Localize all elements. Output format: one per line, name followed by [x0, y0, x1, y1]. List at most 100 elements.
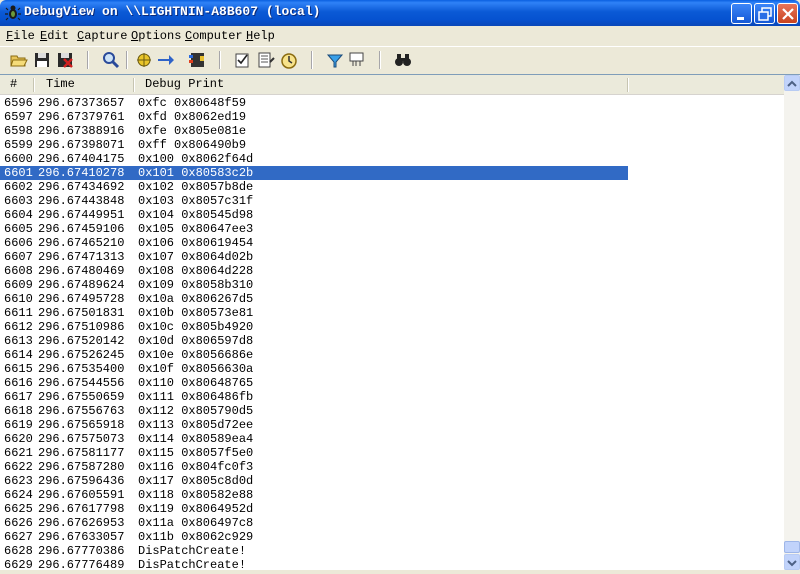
table-row[interactable]: 6623 296.67596436 0x117 0x805c8d0d — [0, 474, 784, 488]
table-row[interactable]: 6597 296.67379761 0xfd 0x8062ed19 — [0, 110, 784, 124]
autoscroll-icon[interactable] — [156, 50, 176, 70]
table-row[interactable]: 6607 296.67471313 0x107 0x8064d02b — [0, 250, 784, 264]
table-row[interactable]: 6627 296.67633057 0x11b 0x8062c929 — [0, 530, 784, 544]
table-row[interactable]: 6616 296.67544556 0x110 0x80648765 — [0, 376, 784, 390]
column-divider[interactable] — [627, 78, 629, 92]
close-button[interactable] — [777, 3, 798, 24]
row-time: 296.67501831 — [38, 306, 125, 320]
capture-kernel-icon[interactable] — [187, 50, 207, 70]
row-message: 0x109 0x8058b310 — [138, 278, 254, 292]
table-row-selected[interactable]: 6601 296.67410278 0x101 0x80583c2b — [0, 166, 784, 180]
row-time: 296.67520142 — [38, 334, 125, 348]
row-time: 296.67459106 — [38, 222, 125, 236]
menu-file[interactable]: File — [6, 29, 35, 43]
table-row[interactable]: 6622 296.67587280 0x116 0x804fc0f3 — [0, 460, 784, 474]
close-icon — [782, 8, 794, 20]
clear-icon[interactable] — [55, 50, 75, 70]
row-time: 296.67550659 — [38, 390, 125, 404]
table-row[interactable]: 6618 296.67556763 0x112 0x805790d5 — [0, 404, 784, 418]
scroll-thumb[interactable] — [784, 541, 800, 553]
table-row[interactable]: 6596 296.67373657 0xfc 0x80648f59 — [0, 96, 784, 110]
row-message: 0x10b 0x80573e81 — [138, 306, 254, 320]
history-depth-icon[interactable] — [279, 50, 299, 70]
row-message: 0x10a 0x806267d5 — [138, 292, 254, 306]
row-message: 0x114 0x80589ea4 — [138, 432, 254, 446]
restore-button[interactable] — [754, 3, 775, 24]
column-divider[interactable] — [33, 78, 35, 92]
highlight-icon[interactable] — [233, 50, 253, 70]
row-number: 6627 — [4, 530, 33, 544]
table-row[interactable]: 6609 296.67489624 0x109 0x8058b310 — [0, 278, 784, 292]
title-bar[interactable]: DebugView on \\LIGHTNIN-A8B607 (local) — [0, 0, 800, 26]
minimize-button[interactable] — [731, 3, 752, 24]
table-row[interactable]: 6614 296.67526245 0x10e 0x8056686e — [0, 348, 784, 362]
row-message: 0x11a 0x806497c8 — [138, 516, 254, 530]
table-row[interactable]: 6625 296.67617798 0x119 0x8064952d — [0, 502, 784, 516]
table-row[interactable]: 6619 296.67565918 0x113 0x805d72ee — [0, 418, 784, 432]
table-row[interactable]: 6605 296.67459106 0x105 0x80647ee3 — [0, 222, 784, 236]
row-time: 296.67471313 — [38, 250, 125, 264]
table-row[interactable]: 6611 296.67501831 0x10b 0x80573e81 — [0, 306, 784, 320]
vertical-scrollbar[interactable] — [784, 75, 800, 570]
column-divider[interactable] — [133, 78, 135, 92]
row-time: 296.67596436 — [38, 474, 125, 488]
filter-icon[interactable] — [256, 50, 276, 70]
row-time: 296.67489624 — [38, 278, 125, 292]
table-row[interactable]: 6613 296.67520142 0x10d 0x806597d8 — [0, 334, 784, 348]
table-row[interactable]: 6600 296.67404175 0x100 0x8062f64d — [0, 152, 784, 166]
table-row[interactable]: 6621 296.67581177 0x115 0x8057f5e0 — [0, 446, 784, 460]
debug-output-list[interactable]: # Time Debug Print 6596 296.67373657 0xfc … — [0, 74, 800, 571]
table-row[interactable]: 6626 296.67626953 0x11a 0x806497c8 — [0, 516, 784, 530]
table-row[interactable]: 6603 296.67443848 0x103 0x8057c31f — [0, 194, 784, 208]
table-row[interactable]: 6624 296.67605591 0x118 0x80582e88 — [0, 488, 784, 502]
capture-win32-icon[interactable] — [347, 50, 367, 70]
table-row[interactable]: 6599 296.67398071 0xff 0x806490b9 — [0, 138, 784, 152]
scroll-down-button[interactable] — [784, 554, 800, 570]
row-message: 0x115 0x8057f5e0 — [138, 446, 254, 460]
column-header-debug-print[interactable]: Debug Print — [145, 75, 224, 94]
row-time: 296.67605591 — [38, 488, 125, 502]
table-row[interactable]: 6598 296.67388916 0xfe 0x805e081e — [0, 124, 784, 138]
column-header-time[interactable]: Time — [46, 75, 75, 94]
column-header-number[interactable]: # — [10, 75, 17, 94]
toolbar-separator — [87, 51, 89, 69]
row-message: 0xfc 0x80648f59 — [138, 96, 247, 110]
row-message: 0x107 0x8064d02b — [138, 250, 254, 264]
menu-edit[interactable]: Edit — [40, 29, 69, 43]
save-icon[interactable] — [32, 50, 52, 70]
table-row[interactable]: 6629 296.67776489 DisPatchCreate! — [0, 558, 784, 571]
table-row[interactable]: 6602 296.67434692 0x102 0x8057b8de — [0, 180, 784, 194]
open-icon[interactable] — [9, 50, 29, 70]
table-row[interactable]: 6612 296.67510986 0x10c 0x805b4920 — [0, 320, 784, 334]
table-row[interactable]: 6608 296.67480469 0x108 0x8064d228 — [0, 264, 784, 278]
table-row[interactable]: 6620 296.67575073 0x114 0x80589ea4 — [0, 432, 784, 446]
row-message: 0x10c 0x805b4920 — [138, 320, 254, 334]
binoculars-icon[interactable] — [393, 50, 413, 70]
table-row[interactable]: 6628 296.67770386 DisPatchCreate! — [0, 544, 784, 558]
menu-computer[interactable]: Computer — [185, 29, 243, 43]
find-icon[interactable] — [101, 50, 121, 70]
row-message: 0x111 0x806486fb — [138, 390, 254, 404]
row-time: 296.67776489 — [38, 558, 125, 571]
row-number: 6616 — [4, 376, 33, 390]
row-message: 0xfe 0x805e081e — [138, 124, 247, 138]
scroll-up-button[interactable] — [784, 75, 800, 91]
table-row[interactable]: 6615 296.67535400 0x10f 0x8056630a — [0, 362, 784, 376]
row-number: 6611 — [4, 306, 33, 320]
row-number: 6608 — [4, 264, 33, 278]
table-row[interactable]: 6610 296.67495728 0x10a 0x806267d5 — [0, 292, 784, 306]
menu-help[interactable]: Help — [246, 29, 275, 43]
menu-options[interactable]: Options — [131, 29, 181, 43]
capture-icon[interactable] — [134, 50, 154, 70]
table-row[interactable]: 6606 296.67465210 0x106 0x80619454 — [0, 236, 784, 250]
table-row[interactable]: 6617 296.67550659 0x111 0x806486fb — [0, 390, 784, 404]
table-row[interactable]: 6604 296.67449951 0x104 0x80545d98 — [0, 208, 784, 222]
row-time: 296.67626953 — [38, 516, 125, 530]
time-icon[interactable] — [325, 50, 345, 70]
row-number: 6629 — [4, 558, 33, 571]
row-time: 296.67379761 — [38, 110, 125, 124]
row-message: 0x106 0x80619454 — [138, 236, 254, 250]
row-time: 296.67434692 — [38, 180, 125, 194]
chevron-up-icon — [787, 80, 797, 87]
menu-capture[interactable]: Capture — [77, 29, 127, 43]
